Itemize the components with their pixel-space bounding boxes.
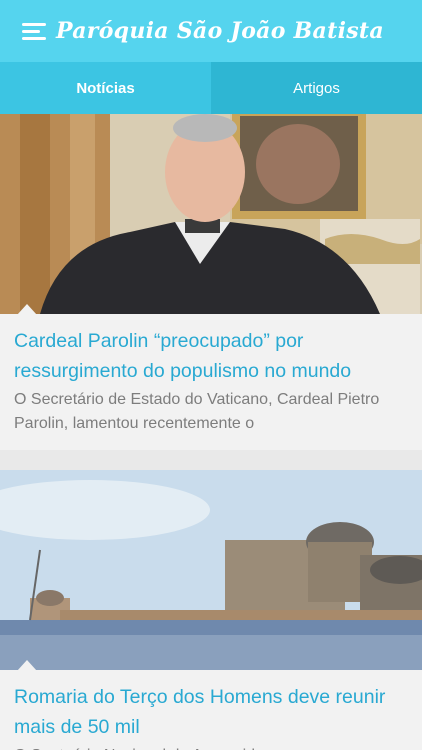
article-image: [0, 470, 422, 670]
tab-bar: Notícias Artigos: [0, 62, 422, 114]
tab-noticias[interactable]: Notícias: [0, 62, 211, 114]
article-excerpt: O Santuário Nacional de Aparecida espera: [0, 742, 422, 750]
article-excerpt: O Secretário de Estado do Vaticano, Card…: [14, 391, 380, 432]
app-bar: Paróquia São João Batista: [0, 0, 422, 62]
article-image: [0, 114, 422, 314]
menu-list-icon[interactable]: [22, 21, 46, 41]
image-notch: [17, 304, 37, 314]
article-title[interactable]: Cardeal Parolin “preocupado” por ressurg…: [0, 314, 422, 386]
article-card[interactable]: Romaria do Terço dos Homens deve reunir …: [0, 470, 422, 750]
article-title[interactable]: Romaria do Terço dos Homens deve reunir …: [0, 670, 422, 742]
article-card[interactable]: Cardeal Parolin “preocupado” por ressurg…: [0, 114, 422, 450]
tab-artigos[interactable]: Artigos: [211, 62, 422, 114]
image-notch: [17, 660, 37, 670]
app-title: Paróquia São João Batista: [56, 18, 384, 44]
